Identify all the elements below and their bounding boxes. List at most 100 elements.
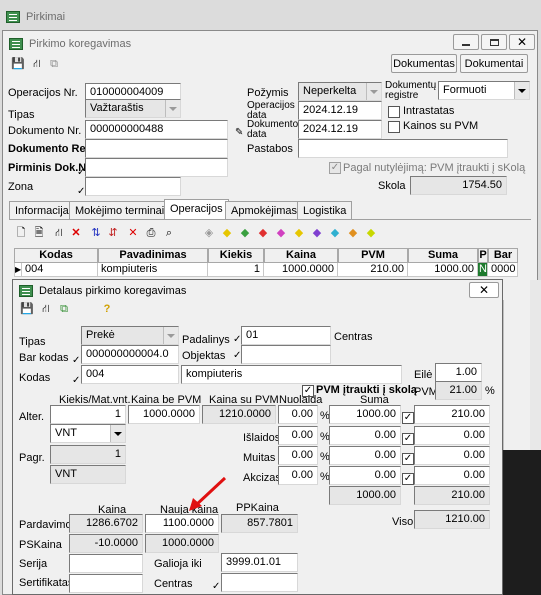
tree-icon[interactable]: ⛙ bbox=[39, 302, 53, 316]
tab-information[interactable]: Informacija bbox=[9, 201, 75, 220]
row-no-field[interactable]: 1.00 bbox=[435, 363, 482, 382]
col-header-vat[interactable]: PVM bbox=[338, 248, 408, 263]
op-date-field[interactable]: 2024.12.19 bbox=[298, 101, 382, 120]
prices-vat-checkbox[interactable] bbox=[388, 121, 400, 133]
row-p[interactable]: N bbox=[478, 263, 488, 277]
tag-orange-icon[interactable]: ◆ bbox=[346, 226, 360, 240]
row-bar[interactable]: 0000 bbox=[488, 263, 518, 277]
customs-sum-field[interactable]: 0.00 bbox=[329, 446, 401, 465]
expenses-sum-field[interactable]: 0.00 bbox=[329, 426, 401, 445]
tree-icon[interactable]: ⛙ bbox=[52, 226, 66, 240]
col-header-sum[interactable]: Suma bbox=[408, 248, 478, 263]
expenses-vat-field[interactable]: 0.00 bbox=[414, 426, 490, 445]
tree-icon[interactable]: ⛙ bbox=[30, 57, 44, 71]
valid-field[interactable]: 3999.01.01 bbox=[221, 553, 298, 572]
row-code[interactable]: 004 bbox=[22, 263, 98, 277]
tag-cyan-icon[interactable]: ◆ bbox=[328, 226, 342, 240]
discount-field[interactable]: 0.00 bbox=[278, 405, 318, 424]
row-vat[interactable]: 210.00 bbox=[338, 263, 408, 277]
barcode-field[interactable]: 000000000004.0 bbox=[81, 345, 179, 364]
doc-reg-field[interactable] bbox=[85, 139, 228, 158]
help-icon[interactable]: ? bbox=[100, 302, 114, 316]
doc-date-field[interactable]: 2024.12.19 bbox=[298, 120, 382, 139]
col-header-name[interactable]: Pavadinimas bbox=[98, 248, 208, 263]
save-icon[interactable]: 💾 bbox=[11, 57, 25, 71]
document-button[interactable]: Dokumentas bbox=[391, 54, 457, 73]
table-row[interactable]: ▶ bbox=[14, 263, 22, 277]
doc-no-field[interactable]: 000000000488 bbox=[85, 120, 228, 139]
sum-field[interactable]: 1000.00 bbox=[329, 405, 401, 424]
sum-vat-field[interactable]: 210.00 bbox=[414, 405, 490, 424]
minimize-button[interactable] bbox=[453, 34, 479, 50]
unit1-select[interactable]: VNT bbox=[50, 424, 126, 443]
intrastat-checkbox[interactable] bbox=[388, 106, 400, 118]
detail-type-select[interactable]: Prekė bbox=[81, 326, 179, 345]
tag-lime-icon[interactable]: ◆ bbox=[364, 226, 378, 240]
customs-checkbox[interactable]: ✓ bbox=[402, 453, 414, 465]
tag-purple-icon[interactable]: ◆ bbox=[310, 226, 324, 240]
notes-field[interactable] bbox=[298, 139, 508, 158]
serial-field[interactable] bbox=[69, 554, 143, 573]
copy-icon[interactable]: ⧉ bbox=[57, 302, 71, 316]
tab-operations[interactable]: Operacijos bbox=[164, 199, 229, 220]
sum-checkbox[interactable]: ✓ bbox=[402, 412, 414, 424]
tag-icon[interactable]: ◈ bbox=[202, 226, 216, 240]
zone-field[interactable] bbox=[85, 177, 181, 196]
excise-field[interactable]: 0.00 bbox=[278, 466, 318, 485]
expenses-checkbox[interactable]: ✓ bbox=[402, 433, 414, 445]
customs-field[interactable]: 0.00 bbox=[278, 446, 318, 465]
documents-button[interactable]: Dokumentai bbox=[460, 54, 528, 73]
excise-sum-field[interactable]: 0.00 bbox=[329, 466, 401, 485]
tag-yellow2-icon[interactable]: ◆ bbox=[292, 226, 306, 240]
center-field[interactable] bbox=[221, 573, 298, 592]
row-name[interactable]: kompiuteris bbox=[98, 263, 208, 277]
document-icon[interactable]: 🗎 bbox=[32, 226, 46, 240]
col-header-bar[interactable]: Bar bbox=[488, 248, 518, 263]
col-header-code[interactable]: Kodas bbox=[14, 248, 98, 263]
tab-payment[interactable]: Apmokėjimas bbox=[225, 201, 304, 220]
delete-icon[interactable]: ✕ bbox=[69, 226, 83, 240]
price-no-vat-field[interactable]: 1000.0000 bbox=[128, 405, 200, 424]
alter-qty-field[interactable]: 1 bbox=[50, 405, 126, 424]
close-button[interactable]: ✕ bbox=[509, 34, 535, 50]
doc-register-select[interactable]: Formuoti bbox=[438, 81, 530, 100]
col-header-price[interactable]: Kaina bbox=[264, 248, 338, 263]
tab-logistics[interactable]: Logistika bbox=[297, 201, 353, 220]
object-field[interactable] bbox=[241, 345, 331, 364]
type-select[interactable]: Važtaraštis bbox=[85, 99, 181, 118]
feature-select[interactable]: Neperkelta bbox=[298, 82, 382, 101]
division-field[interactable]: 01 bbox=[241, 326, 331, 345]
print-icon[interactable]: ⎙ bbox=[144, 226, 158, 240]
cert-field[interactable] bbox=[69, 574, 143, 593]
primary-doc-field[interactable] bbox=[85, 158, 228, 177]
new-price-field[interactable]: 1100.0000 bbox=[145, 514, 219, 533]
save-icon[interactable]: 💾 bbox=[20, 302, 34, 316]
close-button[interactable]: ✕ bbox=[469, 282, 499, 298]
maximize-button[interactable] bbox=[481, 34, 507, 50]
default-vat-checkbox[interactable]: ✓ bbox=[329, 162, 341, 174]
excise-vat-field[interactable]: 0.00 bbox=[414, 466, 490, 485]
row-sum[interactable]: 1000.00 bbox=[408, 263, 478, 277]
name-field[interactable]: kompiuteris bbox=[181, 365, 402, 384]
tab-payment-terms[interactable]: Mokėjimo terminai bbox=[69, 201, 171, 220]
code-field[interactable]: 004 bbox=[81, 365, 179, 384]
tag-magenta-icon[interactable]: ◆ bbox=[274, 226, 288, 240]
col-header-qty[interactable]: Kiekis bbox=[208, 248, 264, 263]
customs-vat-field[interactable]: 0.00 bbox=[414, 446, 490, 465]
vat-field[interactable]: 21.00 bbox=[435, 381, 482, 400]
find-icon[interactable]: ⌕ bbox=[162, 226, 176, 240]
price-vat-field[interactable]: 1210.0000 bbox=[202, 405, 276, 424]
tag-yellow-icon[interactable]: ◆ bbox=[220, 226, 234, 240]
sort-az-icon[interactable]: ⇵ bbox=[106, 226, 120, 240]
copy-icon[interactable]: ⧉ bbox=[47, 57, 61, 71]
tag-red-icon[interactable]: ◆ bbox=[256, 226, 270, 240]
clear-filter-icon[interactable]: ✕ bbox=[126, 226, 140, 240]
excise-checkbox[interactable]: ✓ bbox=[402, 473, 414, 485]
new-icon[interactable]: 🗋 bbox=[14, 226, 28, 240]
row-qty[interactable]: 1 bbox=[208, 263, 264, 277]
row-price[interactable]: 1000.0000 bbox=[264, 263, 338, 277]
tag-green-icon[interactable]: ◆ bbox=[238, 226, 252, 240]
col-header-p[interactable]: P bbox=[478, 248, 488, 263]
expenses-field[interactable]: 0.00 bbox=[278, 426, 318, 445]
sort-icon[interactable]: ⇅ bbox=[89, 226, 103, 240]
